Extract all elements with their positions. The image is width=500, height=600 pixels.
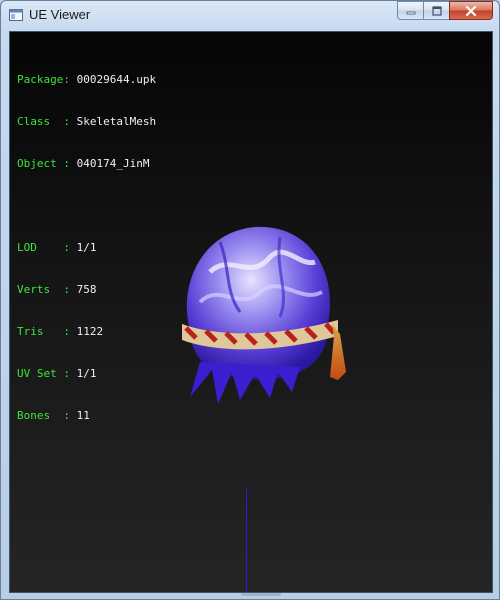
package-value: 00029644.upk bbox=[76, 73, 157, 86]
tris-label: Tris : bbox=[17, 325, 70, 338]
info-row-verts: Verts : 758 bbox=[17, 283, 156, 297]
maximize-button[interactable] bbox=[423, 1, 449, 20]
info-row-lod: LOD : 1/1 bbox=[17, 241, 156, 255]
info-row-bones: Bones : 11 bbox=[17, 409, 156, 423]
object-label: Object : bbox=[17, 157, 70, 170]
class-value: SkeletalMesh bbox=[76, 115, 157, 128]
app-window-icon bbox=[9, 9, 23, 21]
maximize-icon bbox=[431, 5, 442, 16]
info-row-uvset: UV Set : 1/1 bbox=[17, 367, 156, 381]
bones-label: Bones : bbox=[17, 409, 70, 422]
class-label: Class : bbox=[17, 115, 70, 128]
lod-value: 1/1 bbox=[76, 241, 97, 254]
info-row-object: Object : 040174_JinM bbox=[17, 157, 156, 171]
uvset-value: 1/1 bbox=[76, 367, 97, 380]
uvset-label: UV Set : bbox=[17, 367, 70, 380]
info-row-tris: Tris : 1122 bbox=[17, 325, 156, 339]
hair-mesh-render bbox=[182, 226, 346, 404]
tris-value: 1122 bbox=[76, 325, 104, 338]
mesh-info-overlay: Package: 00029644.upk Class : SkeletalMe… bbox=[17, 45, 156, 451]
info-row-package: Package: 00029644.upk bbox=[17, 73, 156, 87]
minimize-icon bbox=[406, 11, 415, 14]
bones-value: 11 bbox=[76, 409, 90, 422]
lod-label: LOD : bbox=[17, 241, 70, 254]
minimize-button[interactable] bbox=[397, 1, 423, 20]
close-button[interactable] bbox=[449, 1, 493, 20]
resize-grip[interactable] bbox=[241, 593, 281, 596]
window-controls bbox=[397, 1, 493, 20]
mesh-viewport[interactable]: Package: 00029644.upk Class : SkeletalMe… bbox=[9, 31, 493, 593]
verts-label: Verts : bbox=[17, 283, 70, 296]
info-row-class: Class : SkeletalMesh bbox=[17, 115, 156, 129]
vertical-axis-line bbox=[246, 487, 247, 592]
title-bar[interactable]: UE Viewer bbox=[1, 1, 499, 31]
close-icon bbox=[465, 5, 477, 16]
verts-value: 758 bbox=[76, 283, 97, 296]
package-label: Package: bbox=[17, 73, 70, 86]
object-value: 040174_JinM bbox=[76, 157, 150, 170]
window-title: UE Viewer bbox=[29, 7, 91, 22]
app-window: UE Viewer Package: 00029644.upk Class: … bbox=[0, 0, 500, 600]
